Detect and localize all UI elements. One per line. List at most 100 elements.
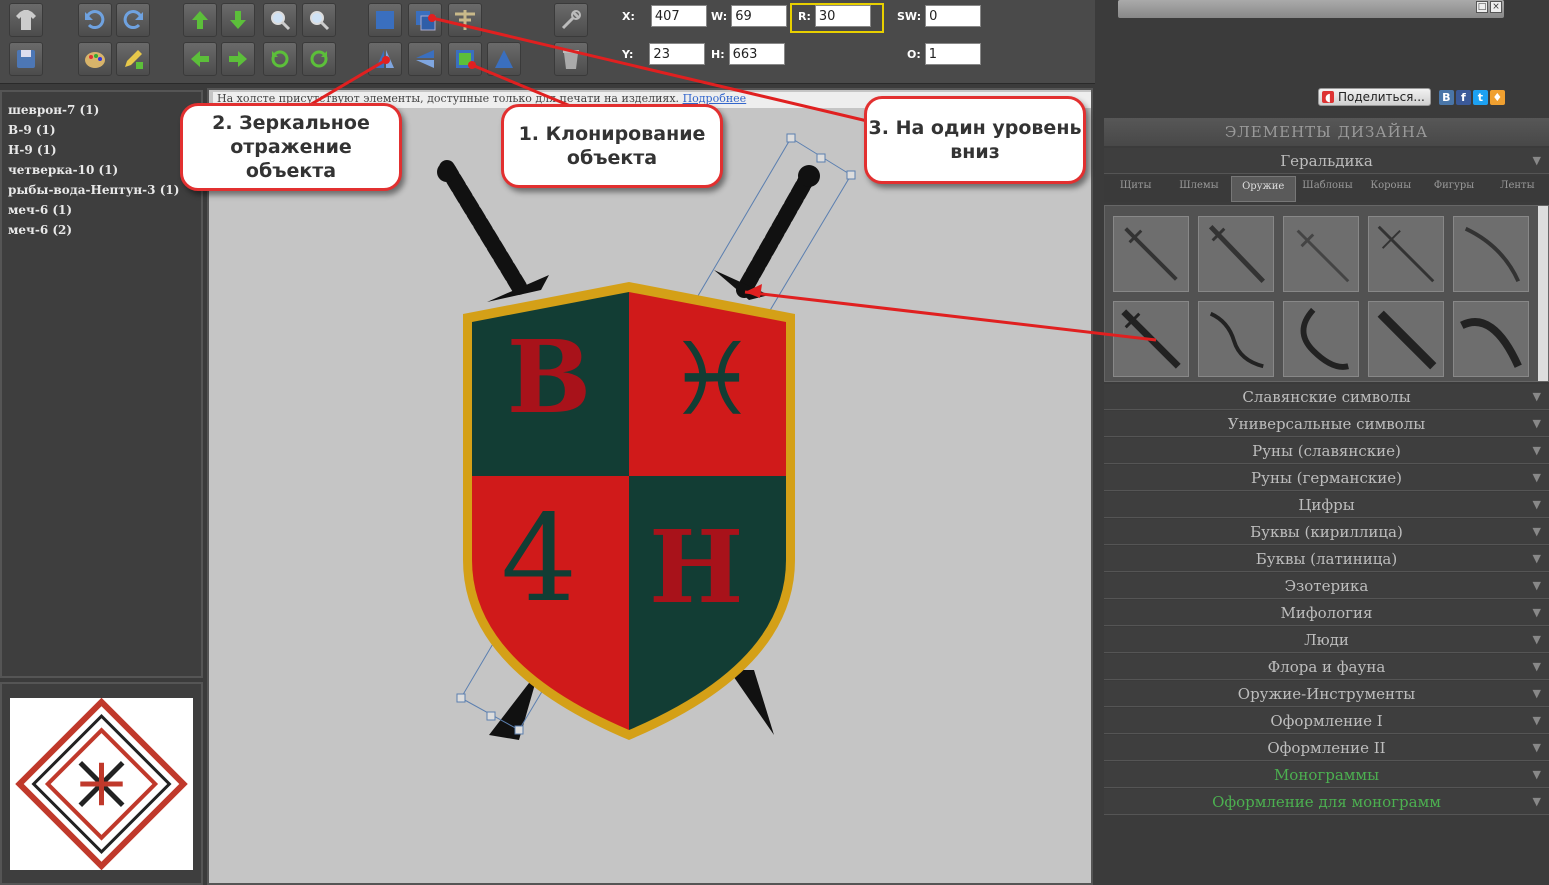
weapon-thumbnail[interactable]	[1453, 216, 1529, 292]
chevron-down-icon: ▼	[1532, 154, 1541, 167]
category-item[interactable]: Руны (германские) ▼	[1104, 465, 1549, 491]
clone-button[interactable]	[408, 3, 442, 37]
send-to-back-button[interactable]	[487, 42, 521, 76]
align-button[interactable]	[448, 3, 482, 37]
tab-figures[interactable]: Фигуры	[1422, 176, 1485, 202]
shield-letter-h[interactable]: H	[649, 502, 743, 632]
weapon-thumbnail[interactable]	[1198, 301, 1274, 377]
bring-forward-button[interactable]	[368, 3, 402, 37]
grid-scrollbar[interactable]	[1538, 206, 1548, 381]
weapon-thumbnail[interactable]	[1368, 216, 1444, 292]
h-input[interactable]	[728, 43, 785, 65]
knife-icon	[1377, 310, 1437, 370]
category-item[interactable]: Оформление II ▼	[1104, 735, 1549, 761]
weapon-thumbnail[interactable]	[1113, 301, 1189, 377]
sword-icon	[1377, 225, 1435, 283]
move-left-button[interactable]	[183, 42, 217, 76]
palette-button[interactable]	[78, 42, 112, 76]
r-field: R:	[798, 5, 871, 27]
callout-clone: 1. Клонирование объекта	[501, 104, 723, 188]
category-item[interactable]: Монограммы ▼	[1104, 762, 1549, 788]
rotate-right-button[interactable]	[302, 42, 336, 76]
w-input[interactable]	[731, 5, 788, 27]
layer-item[interactable]: меч-6 (2)	[8, 220, 195, 240]
category-item[interactable]: Руны (славянские) ▼	[1104, 438, 1549, 464]
layer-back-icon	[495, 50, 513, 68]
layer-item[interactable]: четверка-10 (1)	[8, 160, 195, 180]
mirror-vertical-button[interactable]	[408, 42, 442, 76]
tshirt-button[interactable]	[9, 3, 43, 37]
shield-pisces-symbol[interactable]: ♓	[657, 320, 767, 440]
y-input[interactable]	[649, 43, 706, 65]
layer-front-icon	[376, 11, 394, 29]
facebook-icon[interactable]: f	[1455, 89, 1471, 105]
weapon-thumbnail[interactable]	[1283, 301, 1359, 377]
zoom-in-icon	[271, 11, 291, 31]
shield-letter-b[interactable]: B	[499, 312, 599, 442]
category-item[interactable]: Буквы (латиница) ▼	[1104, 546, 1549, 572]
restore-icon[interactable]: □	[1476, 1, 1488, 13]
category-item[interactable]: Флора и фауна ▼	[1104, 654, 1549, 680]
weapon-thumbnail[interactable]	[1283, 216, 1359, 292]
category-item[interactable]: Люди ▼	[1104, 627, 1549, 653]
save-button[interactable]	[9, 42, 43, 76]
twitter-icon[interactable]: t	[1472, 89, 1488, 105]
category-item[interactable]: Мифология ▼	[1104, 600, 1549, 626]
weapon-thumbnail[interactable]	[1113, 216, 1189, 292]
zoom-out-button[interactable]	[302, 3, 336, 37]
chevron-down-icon: ▼	[1532, 579, 1541, 592]
category-item[interactable]: Универсальные символы ▼	[1104, 411, 1549, 437]
send-backward-button[interactable]	[448, 42, 482, 76]
category-item[interactable]: Оформление I ▼	[1104, 708, 1549, 734]
layer-item[interactable]: H-9 (1)	[8, 140, 195, 160]
weapon-thumbnail[interactable]	[1198, 216, 1274, 292]
move-down-button[interactable]	[221, 3, 255, 37]
weapon-thumbnail[interactable]	[1368, 301, 1444, 377]
mirror-horizontal-button[interactable]	[368, 42, 402, 76]
move-right-button[interactable]	[221, 42, 255, 76]
tab-templates[interactable]: Шаблоны	[1296, 176, 1359, 202]
layer-item[interactable]: рыбы-вода-Нептун-3 (1)	[8, 180, 195, 200]
tab-crowns[interactable]: Короны	[1359, 176, 1422, 202]
category-item[interactable]: Оформление для монограмм ▼	[1104, 789, 1549, 815]
sw-input[interactable]	[925, 5, 982, 27]
weapon-thumbnail[interactable]	[1453, 301, 1529, 377]
tab-helmets[interactable]: Шлемы	[1167, 176, 1230, 202]
r-input[interactable]	[814, 5, 871, 27]
tab-ribbons[interactable]: Ленты	[1486, 176, 1549, 202]
o-input[interactable]	[924, 43, 981, 65]
rotate-ccw-icon	[271, 50, 289, 68]
move-up-button[interactable]	[183, 3, 217, 37]
layer-item[interactable]: меч-6 (1)	[8, 200, 195, 220]
category-item[interactable]: Славянские символы ▼	[1104, 384, 1549, 410]
delete-button[interactable]	[554, 42, 588, 76]
edit-button[interactable]	[116, 42, 150, 76]
tab-weapons[interactable]: Оружие	[1230, 176, 1296, 202]
shield-digit-four[interactable]: 4	[494, 490, 584, 630]
category-item[interactable]: Эзотерика ▼	[1104, 573, 1549, 599]
design-canvas[interactable]: На холсте присутствуют элементы, доступн…	[207, 88, 1093, 885]
category-item[interactable]: Цифры ▼	[1104, 492, 1549, 518]
share-icon: ◖	[1322, 91, 1334, 104]
vk-icon[interactable]: В	[1438, 89, 1454, 105]
close-icon[interactable]: ×	[1490, 1, 1502, 13]
category-heraldry[interactable]: Геральдика ▼	[1104, 148, 1549, 174]
category-item[interactable]: Буквы (кириллица) ▼	[1104, 519, 1549, 545]
tab-shields[interactable]: Щиты	[1104, 176, 1167, 202]
redo-button[interactable]	[116, 3, 150, 37]
layer-item[interactable]: B-9 (1)	[8, 120, 195, 140]
undo-button[interactable]	[78, 3, 112, 37]
layer-list: шеврон-7 (1) B-9 (1) H-9 (1) четверка-10…	[2, 92, 201, 248]
toolbar: X: W: R: SW: Y: H: O:	[0, 0, 1095, 84]
sword-icon	[1124, 227, 1178, 281]
x-input[interactable]	[650, 5, 707, 27]
layer-item[interactable]: шеврон-7 (1)	[8, 100, 195, 120]
share-button[interactable]: ◖ Поделиться...	[1318, 88, 1431, 106]
odnoklassniki-icon[interactable]: ♦	[1489, 89, 1505, 105]
chevron-down-icon: ▼	[1532, 633, 1541, 646]
category-item[interactable]: Оружие-Инструменты ▼	[1104, 681, 1549, 707]
heraldry-tabs: Щиты Шлемы Оружие Шаблоны Короны Фигуры …	[1104, 176, 1549, 202]
rotate-left-button[interactable]	[263, 42, 297, 76]
zoom-in-button[interactable]	[263, 3, 297, 37]
settings-button[interactable]	[554, 3, 588, 37]
